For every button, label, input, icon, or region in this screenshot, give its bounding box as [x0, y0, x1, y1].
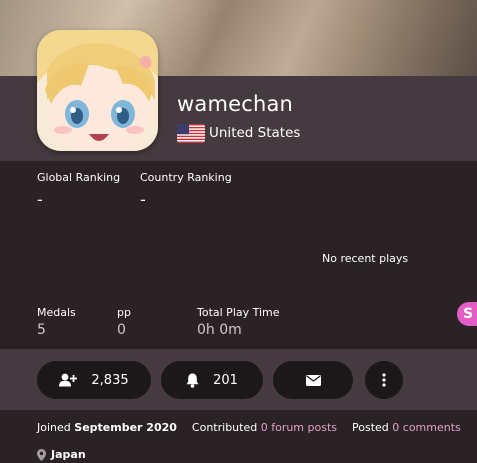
subscribers-count: 201 — [213, 372, 238, 388]
envelope-icon — [305, 374, 321, 386]
supporter-badge[interactable]: S — [457, 302, 477, 326]
playtime-value: 0h 0m — [197, 322, 242, 338]
contributed-prefix: Contributed — [191, 421, 258, 434]
joined-date: September 2020 — [74, 421, 177, 434]
location: Japan — [37, 448, 86, 461]
username: wamechan — [177, 92, 294, 116]
avatar[interactable] — [37, 30, 158, 151]
followers-count: 2,835 — [91, 372, 129, 388]
global-ranking-label: Global Ranking — [37, 171, 121, 184]
pp-label: pp — [117, 306, 131, 319]
forum-posts-link[interactable]: 0 forum posts — [261, 421, 337, 434]
posted-prefix: Posted — [352, 421, 389, 434]
country-ranking: Country Ranking - — [140, 171, 232, 209]
no-recent-plays-text: No recent plays — [322, 252, 409, 265]
playtime-label: Total Play Time — [197, 306, 280, 319]
pp-value: 0 — [117, 322, 126, 338]
country-ranking-label: Country Ranking — [140, 171, 232, 184]
country-link[interactable]: United States — [177, 123, 300, 143]
avatar-illustration — [37, 30, 158, 151]
supporter-badge-letter: S — [463, 306, 474, 322]
joined-prefix: Joined — [37, 421, 71, 434]
medals-value: 5 — [37, 322, 46, 338]
pp-stat: pp 0 — [117, 306, 131, 338]
medals-label: Medals — [37, 306, 76, 319]
comments-link[interactable]: 0 comments — [392, 421, 461, 434]
followers-button[interactable]: 2,835 — [37, 361, 151, 399]
map-marker-icon — [37, 448, 46, 461]
country-name: United States — [209, 125, 301, 141]
bell-icon — [186, 373, 199, 388]
message-button[interactable] — [273, 361, 353, 399]
location-text: Japan — [51, 448, 86, 461]
subscribe-button[interactable]: 201 — [161, 361, 263, 399]
profile-info-line: Joined September 2020 Contributed 0 foru… — [37, 421, 461, 434]
playtime-stat: Total Play Time 0h 0m — [197, 306, 280, 338]
us-flag-icon — [177, 123, 205, 143]
vertical-dots-icon — [382, 373, 386, 387]
country-ranking-value: - — [140, 190, 146, 209]
global-ranking-value: - — [37, 190, 43, 209]
more-options-button[interactable] — [365, 361, 403, 399]
add-friend-icon — [59, 373, 78, 387]
medals-stat: Medals 5 — [37, 306, 76, 338]
global-ranking: Global Ranking - — [37, 171, 120, 209]
